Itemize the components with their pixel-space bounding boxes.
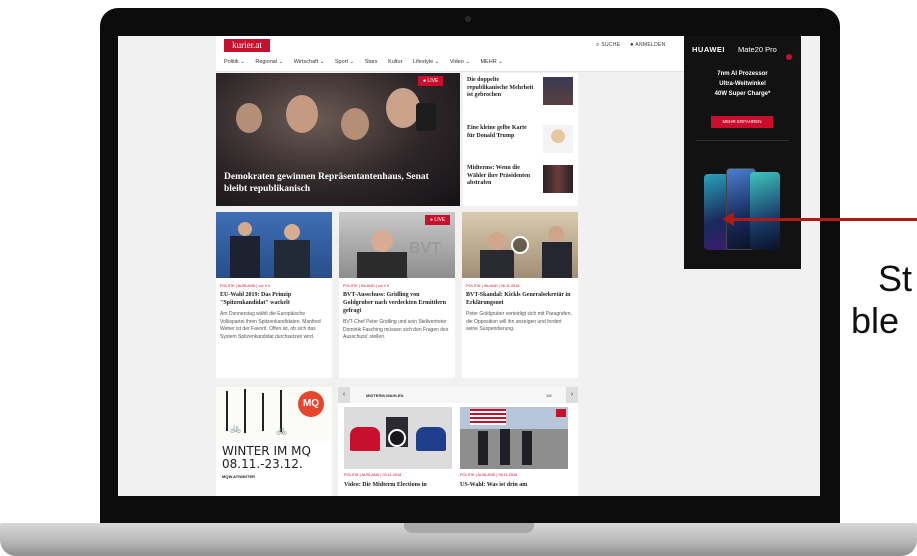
mq-ad[interactable]: 🚲 🚲 MQ WINTER IM MQ 08.11.-23.12. MQW.AT… bbox=[216, 387, 332, 496]
video-meta: POLITIK | AUSLAND | 05.11.2018 bbox=[460, 473, 518, 477]
article-card-image bbox=[216, 212, 332, 278]
side-teaser-title: Eine kleine gelbe Karte für Donald Trump bbox=[467, 125, 527, 139]
article-card-teaser: BVT-Chef Peter Gridling und sein Stellve… bbox=[343, 319, 449, 340]
video-icon bbox=[556, 409, 566, 417]
video-meta: POLITIK | AUSLAND | 03.11.2018 bbox=[344, 473, 402, 477]
login-link[interactable]: ● ANMELDEN bbox=[630, 42, 666, 48]
article-card-meta: POLITIK | INLAND | 06.11.2018 bbox=[466, 284, 520, 288]
ad-line: Ultra-Weitwinkel bbox=[719, 81, 766, 87]
sidebar-teasers: Die doppelte republikanische Mehrheit is… bbox=[463, 73, 578, 206]
mq-badge: MQ bbox=[298, 391, 324, 417]
article-card-title: EU-Wahl 2019: Das Prinzip "Spitzenkandid… bbox=[220, 292, 292, 306]
ad-line: 40W Super Charge* bbox=[714, 91, 771, 97]
video-title: US-Wahl: Was ist drin am bbox=[460, 482, 528, 488]
article-card[interactable]: POLITIK | INLAND | 06.11.2018 BVT-Skanda… bbox=[462, 212, 578, 378]
carousel-counter: 1/6 bbox=[546, 393, 552, 398]
elephant-icon bbox=[350, 427, 380, 451]
hero-photo-phone bbox=[416, 103, 436, 131]
play-icon[interactable] bbox=[388, 429, 406, 447]
search-link[interactable]: ⌕ SUCHE bbox=[596, 42, 620, 49]
side-teaser[interactable]: Midterms: Wenn die Wähler ihre Präsident… bbox=[467, 165, 575, 193]
phone-image bbox=[750, 172, 780, 250]
article-card[interactable]: POLITIK | AUSLAND | vor 4 h EU-Wahl 2019… bbox=[216, 212, 332, 378]
carousel-next-button[interactable]: › bbox=[566, 387, 578, 403]
article-card-image: BVT ● LIVE bbox=[339, 212, 455, 278]
stage: kurier.at ⌕ SUCHE ● ANMELDEN Politik ⌄ R… bbox=[0, 0, 917, 556]
nav-item-video[interactable]: Video ⌄ bbox=[450, 59, 470, 65]
webcam-icon bbox=[465, 16, 471, 22]
article-card-meta: POLITIK | AUSLAND | vor 4 h bbox=[220, 284, 271, 288]
live-label: LIVE bbox=[434, 217, 446, 223]
article-card-title: BVT-Skandal: Kickls Generalsekretär in E… bbox=[466, 292, 571, 306]
side-teaser-title: Die doppelte republikanische Mehrheit is… bbox=[467, 77, 534, 98]
nav-item-lifestyle[interactable]: Lifestyle ⌄ bbox=[413, 59, 439, 65]
search-label: SUCHE bbox=[601, 42, 621, 48]
live-badge: ● LIVE bbox=[418, 76, 444, 86]
nav-item-kultur[interactable]: Kultur bbox=[388, 59, 402, 65]
nav-item-wirtschaft[interactable]: Wirtschaft ⌄ bbox=[294, 59, 325, 65]
article-card-title: BVT-Ausschuss: Gridling von Goldgruber n… bbox=[343, 292, 447, 314]
hero-article[interactable]: ● LIVE Demokraten gewinnen Repräsentante… bbox=[216, 73, 460, 206]
hero-title: Demokraten gewinnen Repräsentantenhaus, … bbox=[224, 172, 429, 194]
nav-item-mehr[interactable]: MEHR ⌄ bbox=[480, 59, 502, 65]
mq-dates: 08.11.-23.12. bbox=[222, 457, 303, 471]
hero-photo-person bbox=[341, 108, 369, 140]
bicycle-icon: 🚲 bbox=[276, 425, 288, 435]
hero-photo-person bbox=[236, 103, 262, 133]
laptop-screen: kurier.at ⌕ SUCHE ● ANMELDEN Politik ⌄ R… bbox=[118, 36, 820, 496]
pointer-arrow bbox=[728, 218, 917, 221]
annotation-text-line1: St bbox=[878, 258, 913, 299]
site-logo[interactable]: kurier.at bbox=[224, 39, 270, 52]
kurier-website: kurier.at ⌕ SUCHE ● ANMELDEN Politik ⌄ R… bbox=[216, 36, 801, 496]
ad-cta-button[interactable]: MEHR ERFAHREN bbox=[711, 116, 773, 128]
ad-dot-icon bbox=[786, 54, 792, 60]
ad-brand: HUAWEI bbox=[692, 45, 725, 54]
live-label: LIVE bbox=[427, 78, 439, 84]
carousel-prev-button[interactable]: ‹ bbox=[338, 387, 350, 403]
side-teaser-thumbnail bbox=[543, 77, 573, 105]
nav-item-regional[interactable]: Regional ⌄ bbox=[255, 59, 283, 65]
article-card-meta: POLITIK | INLAND | vor 2 h bbox=[343, 284, 390, 288]
side-teaser-thumbnail bbox=[543, 125, 573, 153]
nav-item-politik[interactable]: Politik ⌄ bbox=[224, 59, 245, 65]
article-card-teaser: Peter Goldgruber verteidigt sich mit Par… bbox=[466, 311, 572, 332]
video-thumbnail[interactable] bbox=[344, 407, 452, 469]
ad-line: 7nm AI Prozessor bbox=[717, 71, 768, 77]
hero-photo-person bbox=[286, 95, 318, 133]
hero-photo-person bbox=[386, 88, 420, 128]
side-teaser-title: Midterms: Wenn die Wähler ihre Präsident… bbox=[467, 165, 531, 186]
login-label: ANMELDEN bbox=[635, 42, 666, 48]
mq-url: MQW.AT/WINTER bbox=[222, 474, 256, 479]
user-icon: ● bbox=[630, 42, 634, 48]
play-icon[interactable] bbox=[511, 236, 529, 254]
huawei-ad[interactable]: HUAWEI Mate20 Pro 7nm AI Prozessor Ultra… bbox=[684, 36, 801, 269]
main-nav: Politik ⌄ Regional ⌄ Wirtschaft ⌄ Sport … bbox=[224, 59, 512, 65]
carousel-label: MIDTERM-WAHLEN bbox=[366, 393, 404, 398]
side-teaser[interactable]: Eine kleine gelbe Karte für Donald Trump bbox=[467, 125, 575, 153]
nav-item-sport[interactable]: Sport ⌄ bbox=[335, 59, 354, 65]
donkey-icon bbox=[416, 427, 446, 451]
annotation-text-line2: ble bbox=[851, 300, 900, 341]
side-teaser[interactable]: Die doppelte republikanische Mehrheit is… bbox=[467, 77, 575, 105]
side-teaser-thumbnail bbox=[543, 165, 573, 193]
ad-fineprint-divider bbox=[696, 140, 789, 156]
article-card-teaser: Am Donnerstag wählt die Europäische Volk… bbox=[220, 311, 321, 340]
midterm-video-carousel: ‹ MIDTERM-WAHLEN 1/6 › POLITIK | AUSLAND… bbox=[338, 387, 578, 496]
article-card[interactable]: BVT ● LIVE POLITIK | INLAND | vor 2 h BV… bbox=[339, 212, 455, 378]
ad-model: Mate20 Pro bbox=[738, 45, 777, 54]
nav-item-stars[interactable]: Stars bbox=[365, 59, 378, 65]
video-thumbnail[interactable] bbox=[460, 407, 568, 469]
carousel-header: ‹ MIDTERM-WAHLEN 1/6 › bbox=[338, 387, 578, 403]
live-badge: ● LIVE bbox=[425, 215, 451, 225]
laptop-notch bbox=[404, 523, 534, 533]
site-header: kurier.at ⌕ SUCHE ● ANMELDEN Politik ⌄ R… bbox=[216, 36, 684, 72]
bicycle-icon: 🚲 bbox=[230, 423, 242, 433]
search-icon: ⌕ bbox=[596, 42, 600, 48]
article-card-image bbox=[462, 212, 578, 278]
video-title: Video: Die Midterm Elections in bbox=[344, 482, 427, 488]
